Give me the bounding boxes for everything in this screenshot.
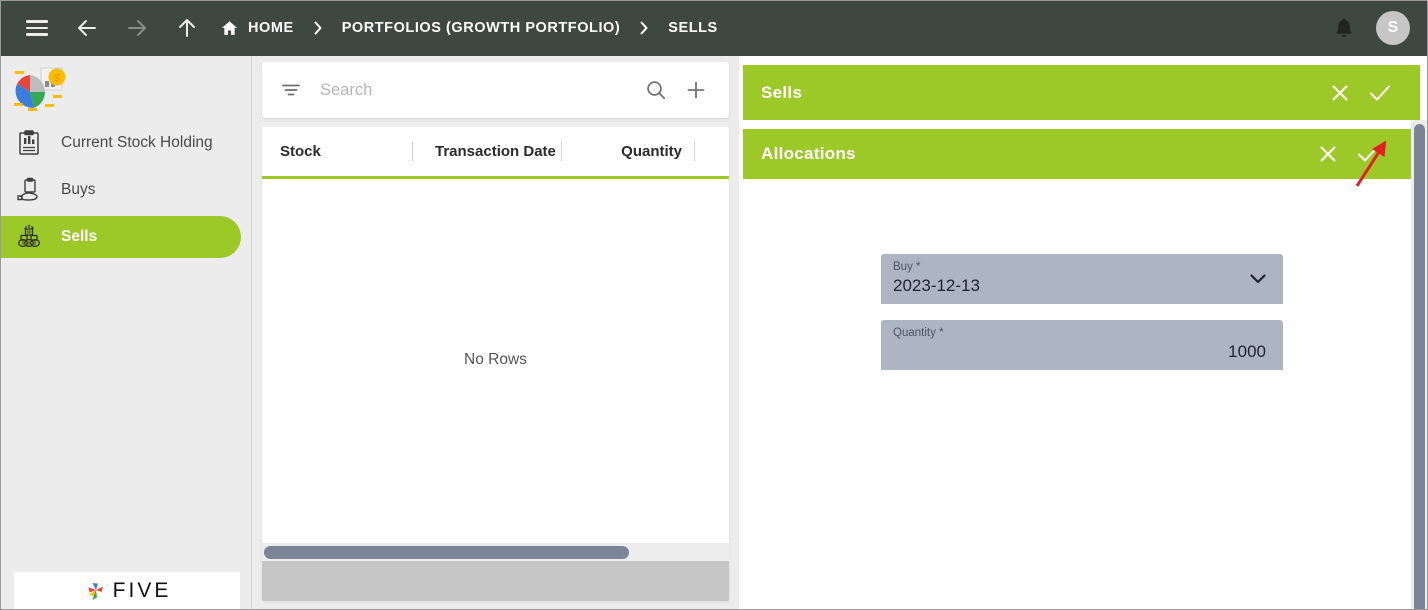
sells-panel-title: Sells	[761, 82, 803, 102]
breadcrumb-separator	[638, 20, 650, 36]
sidebar-item-buys[interactable]: Buys	[0, 169, 241, 211]
allocations-confirm-button[interactable]	[1348, 134, 1388, 174]
allocations-panel-header: Allocations	[743, 127, 1420, 179]
column-header-quantity[interactable]: Quantity	[562, 127, 694, 176]
grid-header-row: Stock Transaction Date Quantity	[262, 127, 729, 179]
close-x-icon	[1332, 85, 1348, 100]
svg-text:$: $	[54, 73, 60, 85]
records-grid: Stock Transaction Date Quantity No Rows	[262, 127, 729, 601]
chevron-down-icon[interactable]	[1247, 268, 1269, 295]
sidebar-nav: Current Stock Holding Buys Sells	[0, 122, 252, 263]
sidebar-item-label: Buys	[61, 181, 96, 198]
home-icon	[220, 19, 239, 38]
column-header-stock[interactable]: Stock	[262, 127, 412, 176]
column-divider[interactable]	[694, 142, 695, 161]
search-button[interactable]	[639, 73, 673, 107]
sidebar: $ Current Stock Holding Buys Sells FIVE	[0, 56, 252, 610]
sidebar-item-sells[interactable]: Sells	[0, 216, 241, 258]
check-icon	[1358, 146, 1378, 162]
search-input[interactable]	[320, 80, 633, 100]
sidebar-item-label: Sells	[61, 228, 98, 245]
right-pane-vertical-scroll-thumb[interactable]	[1414, 124, 1425, 610]
breadcrumb-separator	[312, 20, 324, 36]
avatar-initial: S	[1387, 19, 1399, 36]
empty-state-message: No Rows	[464, 350, 527, 368]
breadcrumb-item-home[interactable]: HOME	[248, 20, 294, 36]
quantity-input-field[interactable]: Quantity * 1000	[881, 320, 1283, 370]
breadcrumb-item-sells[interactable]: SELLS	[668, 20, 717, 36]
bell-icon	[1336, 18, 1352, 38]
list-pane: Stock Transaction Date Quantity No Rows	[253, 56, 737, 610]
notifications-button[interactable]	[1334, 17, 1354, 39]
allocations-panel-actions	[1308, 134, 1388, 174]
breadcrumb-item-portfolios[interactable]: PORTFOLIOS (GROWTH PORTFOLIO)	[342, 20, 621, 36]
right-pane: Sells Allocations Buy * 2023-12-13 Quant…	[739, 56, 1428, 610]
quantity-field-value: 1000	[1228, 342, 1266, 361]
five-logo-icon	[88, 583, 103, 600]
hamburger-icon	[26, 16, 48, 40]
back-button[interactable]	[70, 11, 104, 45]
buy-field-label: Buy *	[893, 261, 921, 273]
grid-horizontal-scrollbar[interactable]	[262, 543, 729, 561]
buy-select-field[interactable]: Buy * 2023-12-13	[881, 254, 1283, 304]
breadcrumb: HOME PORTFOLIOS (GROWTH PORTFOLIO) SELLS	[220, 19, 718, 38]
quantity-field-label: Quantity *	[893, 327, 944, 339]
arrow-left-icon	[78, 20, 96, 36]
add-record-button[interactable]	[679, 73, 713, 107]
close-x-icon	[1320, 146, 1336, 162]
grid-body: No Rows	[262, 179, 729, 540]
search-bar	[262, 62, 729, 118]
application-window: HOME PORTFOLIOS (GROWTH PORTFOLIO) SELLS	[0, 0, 1428, 610]
grid-footer	[262, 561, 729, 601]
five-brand-footer: FIVE	[14, 572, 240, 610]
allocations-panel-title: Allocations	[761, 144, 856, 163]
allocations-form: Buy * 2023-12-13 Quantity * 1000	[743, 179, 1420, 610]
sells-panel-header: Sells	[743, 65, 1420, 120]
forward-button[interactable]	[120, 11, 154, 45]
sells-confirm-button[interactable]	[1360, 73, 1400, 113]
hand-clipboard-icon	[14, 175, 44, 205]
arrow-right-icon	[128, 20, 146, 36]
sidebar-item-label: Current Stock Holding	[61, 134, 213, 151]
check-icon	[1370, 85, 1390, 100]
column-header-transaction-date[interactable]: Transaction Date	[413, 127, 561, 176]
buy-field-value: 2023-12-13	[893, 276, 980, 295]
topbar-right-actions: S	[1334, 11, 1410, 45]
money-stack-icon	[14, 222, 44, 252]
portfolio-pie-chart-logo: $	[12, 64, 68, 116]
sells-panel-actions	[1320, 73, 1400, 113]
arrow-up-icon	[179, 19, 195, 37]
allocations-close-button[interactable]	[1308, 134, 1348, 174]
hamburger-menu-button[interactable]	[20, 11, 54, 45]
clipboard-chart-icon	[14, 128, 44, 158]
user-avatar[interactable]: S	[1376, 11, 1410, 45]
filter-icon[interactable]	[280, 79, 302, 101]
sells-close-button[interactable]	[1320, 73, 1360, 113]
five-brand-label: FIVE	[112, 579, 172, 602]
grid-horizontal-scroll-thumb[interactable]	[264, 545, 629, 559]
top-navigation-bar: HOME PORTFOLIOS (GROWTH PORTFOLIO) SELLS	[0, 0, 1428, 56]
sidebar-item-current-stock-holding[interactable]: Current Stock Holding	[0, 122, 241, 164]
up-button[interactable]	[170, 11, 204, 45]
